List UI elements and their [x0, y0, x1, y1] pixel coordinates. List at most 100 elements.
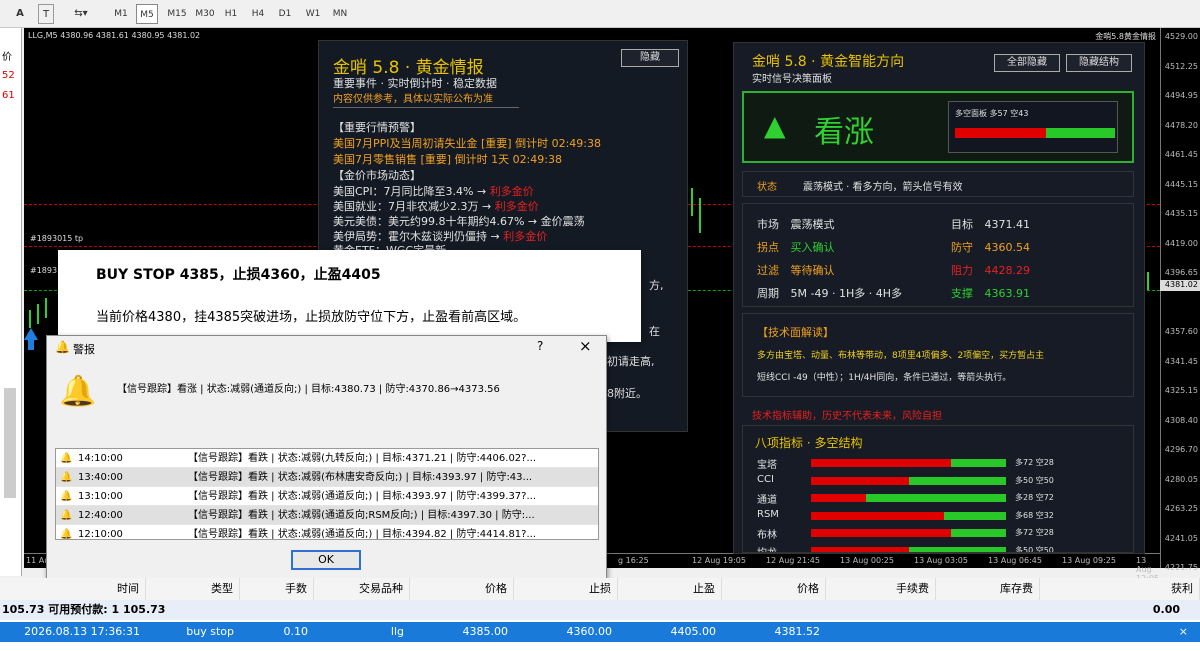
price-tick: 4296.70	[1164, 445, 1198, 454]
timeframe-h1[interactable]: H1	[220, 4, 242, 24]
time-tick: 13 Aug 03:05	[914, 556, 968, 565]
column-header[interactable]: 手续费	[826, 578, 936, 600]
tech-box: 【技术面解读】 多方由宝塔、动量、布林等带动，8项里4项偏多、2项偏空，买方暂占…	[742, 313, 1134, 397]
time-tick: 12 Aug 21:45	[766, 556, 820, 565]
objects-menu-icon[interactable]: ⇆▾	[66, 4, 96, 24]
metric-item: 拐点 买入确认	[757, 241, 835, 254]
order-suggestion-popup: BUY STOP 4385，止损4360，止盈4405 当前价格4380，挂43…	[58, 250, 641, 342]
intel-fragment: 在	[649, 325, 660, 338]
column-header[interactable]: 手数	[240, 578, 314, 600]
timeframe-h4[interactable]: H4	[247, 4, 269, 24]
bell-icon: 🔔	[60, 510, 73, 521]
large-bell-icon: 🔔	[59, 374, 97, 409]
price-cell: 61	[2, 90, 15, 101]
order-cell[interactable]: llg	[314, 622, 410, 642]
balance-profit: 0.00	[1152, 603, 1180, 616]
dynamics-item: 美国CPI：7月同比降至3.4% → 利多金价	[333, 185, 534, 198]
timeframe-m30[interactable]: M30	[192, 4, 218, 24]
order-cell[interactable]: 4385.00	[410, 622, 514, 642]
intel-fragment: 方,	[649, 279, 664, 292]
metrics-grid: 市场 震荡模式 目标 4371.41 拐点 买入确认 防守 4360.54 过滤 等待确…	[742, 203, 1134, 307]
long-short-meter: 多空面板 多57 空43	[948, 101, 1118, 153]
order-cell[interactable]: 2026.08.13 17:36:31	[0, 622, 146, 642]
ok-button[interactable]: OK	[291, 550, 361, 570]
text-label-tool-button[interactable]: T	[38, 4, 54, 24]
column-header[interactable]: 获利	[1040, 578, 1200, 600]
suggestion-title: BUY STOP 4385，止损4360，止盈4405	[96, 267, 381, 283]
metric-item: 目标 4371.41	[951, 218, 1030, 231]
timeframe-w1[interactable]: W1	[302, 4, 324, 24]
text-tool-button[interactable]: A	[12, 4, 28, 24]
timeframe-m5[interactable]: M5	[136, 4, 158, 24]
help-button[interactable]: ?	[537, 339, 543, 353]
column-header[interactable]: 止损	[514, 578, 618, 600]
timeframe-m1[interactable]: M1	[110, 4, 132, 24]
hide-all-button[interactable]: 全部隐藏	[994, 54, 1060, 72]
price-tick: 4435.15	[1164, 209, 1198, 218]
order-cell[interactable]: buy stop	[146, 622, 240, 642]
timeframe-mn[interactable]: MN	[328, 4, 352, 24]
close-button[interactable]: ×	[579, 337, 592, 355]
order-cell[interactable]: 4360.00	[514, 622, 618, 642]
alerts-heading: 【重要行情预警】	[333, 121, 421, 134]
direction-label: 看涨	[814, 115, 874, 150]
alert-dialog: 🔔 警报 ? × 🔔 【信号跟踪】看涨 | 状态:减弱(通道反向;) | 目标:…	[46, 335, 607, 579]
suggestion-body: 当前价格4380，挂4385突破进场，止损放防守位下方，止盈看前高区域。	[96, 310, 527, 325]
intel-fragment: 8附近。	[607, 387, 647, 400]
price-tick: 4512.25	[1164, 61, 1198, 71]
scrollbar[interactable]	[4, 388, 16, 498]
meter-long-bar	[955, 128, 1047, 138]
alert-list-item[interactable]: 🔔 12:10:00 【信号跟踪】看跌 | 状态:减弱(通道反向;) | 目标:43…	[56, 525, 598, 540]
bell-icon: 🔔	[60, 472, 73, 483]
dynamics-item: 美伊局势：霍尔木兹谈判仍僵持 → 利多金价	[333, 230, 548, 243]
intel-disclaimer: 内容仅供参考，具体以实际公布为准	[333, 94, 493, 105]
price-tick: 4341.45	[1164, 356, 1198, 366]
order-cell[interactable]: 0.10	[240, 622, 314, 642]
meter-short-bar	[1046, 128, 1115, 138]
dynamics-item: 美元美债：美元约99.8十年期约4.67% → 金价震荡	[333, 215, 585, 228]
dynamics-heading: 【金价市场动态】	[333, 169, 421, 182]
column-header[interactable]: 类型	[146, 578, 240, 600]
price-tick: 4325.15	[1164, 386, 1198, 395]
toolbar: A T ⇆▾ M1 M5 M15 M30 H1 H4 D1 W1 MN	[0, 0, 1200, 28]
price-tick: 4396.65	[1164, 268, 1198, 277]
time-tick: 13 Aug 09:25	[1062, 556, 1116, 565]
bell-icon: 🔔	[55, 340, 70, 354]
alert-list-item[interactable]: 🔔 14:10:00 【信号跟踪】看跌 | 状态:减弱(九转反向;) | 目标:43…	[56, 449, 598, 468]
direction-box: ▲ 看涨 多空面板 多57 空43	[742, 91, 1134, 163]
order-cell[interactable]: 4381.52	[722, 622, 826, 642]
metric-item: 阻力 4428.29	[951, 264, 1030, 277]
indicators-box: 八项指标 · 多空结构 宝塔 多72 空28 CCI 多50 空50 通道 多28 空72…	[742, 425, 1134, 553]
time-tick: g 16:25	[618, 556, 649, 565]
trade-terminal: 105.73 可用预付款: 1 105.73 0.00 时间 类型 手数 交易品种 价格…	[0, 578, 1200, 651]
price-tick: 4478.20	[1164, 120, 1198, 130]
column-header[interactable]: 价格	[410, 578, 514, 600]
column-header[interactable]: 交易品种	[314, 578, 410, 600]
bell-icon: 🔔	[60, 529, 73, 540]
market-watch-panel: 价 52 61	[0, 28, 22, 576]
alert-item: 美国7月零售销售 [重要] 倒计时 1天 02:49:38	[333, 153, 562, 166]
timeframe-m15[interactable]: M15	[164, 4, 190, 24]
time-tick: 13 Aug 06:45	[988, 556, 1042, 565]
column-header[interactable]: 库存费	[936, 578, 1040, 600]
column-header[interactable]: 止盈	[618, 578, 722, 600]
timeframe-d1[interactable]: D1	[274, 4, 296, 24]
smart-subtitle: 实时信号决策面板	[752, 74, 832, 85]
alert-history-list[interactable]: 🔔 14:10:00 【信号跟踪】看跌 | 状态:减弱(九转反向;) | 目标:43…	[55, 448, 599, 540]
dialog-title: 警报	[73, 343, 95, 356]
hide-structure-button[interactable]: 隐藏结构	[1066, 54, 1132, 72]
dynamics-item: 美国就业：7月非农减少2.3万 → 利多金价	[333, 200, 539, 213]
column-header[interactable]: 价格	[722, 578, 826, 600]
alert-list-item[interactable]: 🔔 12:40:00 【信号跟踪】看跌 | 状态:减弱(通道反向;RSM反向;) |…	[56, 506, 598, 525]
order-cell[interactable]: 4405.00	[618, 622, 722, 642]
bell-icon: 🔔	[60, 491, 73, 502]
intel-hide-button[interactable]: 隐藏	[621, 49, 679, 67]
price-axis[interactable]: 4529.00 4512.25 4494.95 4478.20 4461.45 4445.…	[1160, 28, 1200, 572]
close-order-icon[interactable]: ×	[1170, 622, 1194, 642]
price-tick: 4461.45	[1164, 150, 1198, 159]
alert-list-item[interactable]: 🔔 13:10:00 【信号跟踪】看跌 | 状态:减弱(通道反向;) | 目标:43…	[56, 487, 598, 506]
price-tick: 4529.00	[1164, 32, 1198, 41]
column-header[interactable]: 时间	[0, 578, 146, 600]
alert-list-item[interactable]: 🔔 13:40:00 【信号跟踪】看跌 | 状态:减弱(布林唐安奇反向;) | 目标…	[56, 468, 598, 487]
metric-item: 过滤 等待确认	[757, 264, 835, 277]
